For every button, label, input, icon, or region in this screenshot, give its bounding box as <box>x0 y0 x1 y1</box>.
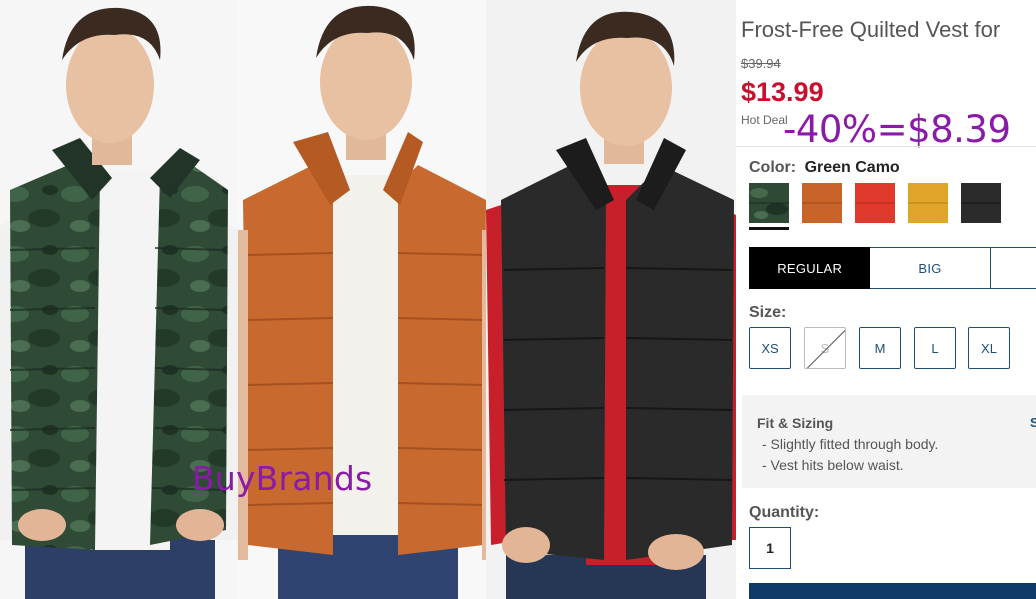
camo-pattern-icon <box>749 183 789 223</box>
discount-overlay-text: -40%=$8.39 <box>783 108 1011 151</box>
size-xs-button[interactable]: XS <box>749 327 791 369</box>
color-selector-label: Color: Green Camo <box>749 159 900 177</box>
color-label: Color: <box>749 159 797 176</box>
fit-sizing-box: Fit & Sizing S - Slightly fitted through… <box>742 395 1036 488</box>
product-photo-orange[interactable] <box>238 0 488 599</box>
quilt-texture-icon <box>802 202 842 204</box>
color-swatch-green-camo[interactable] <box>749 183 789 230</box>
color-swatch-gold[interactable] <box>908 183 948 223</box>
fit-detail-line: - Vest hits below waist. <box>762 457 904 473</box>
fit-type-tabs: REGULAR BIG <box>749 247 1036 289</box>
watermark-text: BuyBrands <box>192 459 373 498</box>
quilt-texture-icon <box>961 202 1001 204</box>
fit-detail-line: - Slightly fitted through body. <box>762 436 939 452</box>
hot-deal-label: Hot Deal <box>741 113 788 127</box>
quilt-texture-icon <box>908 202 948 204</box>
product-details-panel: Frost-Free Quilted Vest for $39.94 $13.9… <box>736 0 1036 599</box>
fit-sizing-title: Fit & Sizing <box>757 415 834 431</box>
tab-more[interactable] <box>990 247 1036 289</box>
size-chart-link[interactable]: S <box>1030 415 1036 430</box>
product-photo-black[interactable] <box>486 0 736 599</box>
quantity-input[interactable]: 1 <box>749 527 791 569</box>
size-l-button[interactable]: L <box>914 327 956 369</box>
divider <box>736 146 1036 147</box>
quantity-label: Quantity: <box>749 504 820 521</box>
color-swatch-orange[interactable] <box>802 183 842 223</box>
product-title: Frost-Free Quilted Vest for <box>741 17 1001 42</box>
size-m-button[interactable]: M <box>859 327 901 369</box>
selected-color-name: Green Camo <box>804 159 900 176</box>
size-label: Size: <box>749 304 787 321</box>
add-to-bag-button[interactable] <box>749 583 1036 599</box>
original-price: $39.94 <box>741 56 781 71</box>
sale-price: $13.99 <box>741 77 824 107</box>
tab-big[interactable]: BIG <box>870 247 991 289</box>
color-swatch-black[interactable] <box>961 183 1001 223</box>
size-s-button-unavailable[interactable]: S <box>804 327 846 369</box>
product-photo-collage: BuyBrands <box>0 0 736 599</box>
quilt-texture-icon <box>855 202 895 204</box>
tab-regular[interactable]: REGULAR <box>749 247 871 289</box>
size-xl-button[interactable]: XL <box>968 327 1010 369</box>
color-swatch-red[interactable] <box>855 183 895 223</box>
unavailable-strike-icon <box>805 328 845 368</box>
product-photo-green-camo[interactable] <box>0 0 240 599</box>
